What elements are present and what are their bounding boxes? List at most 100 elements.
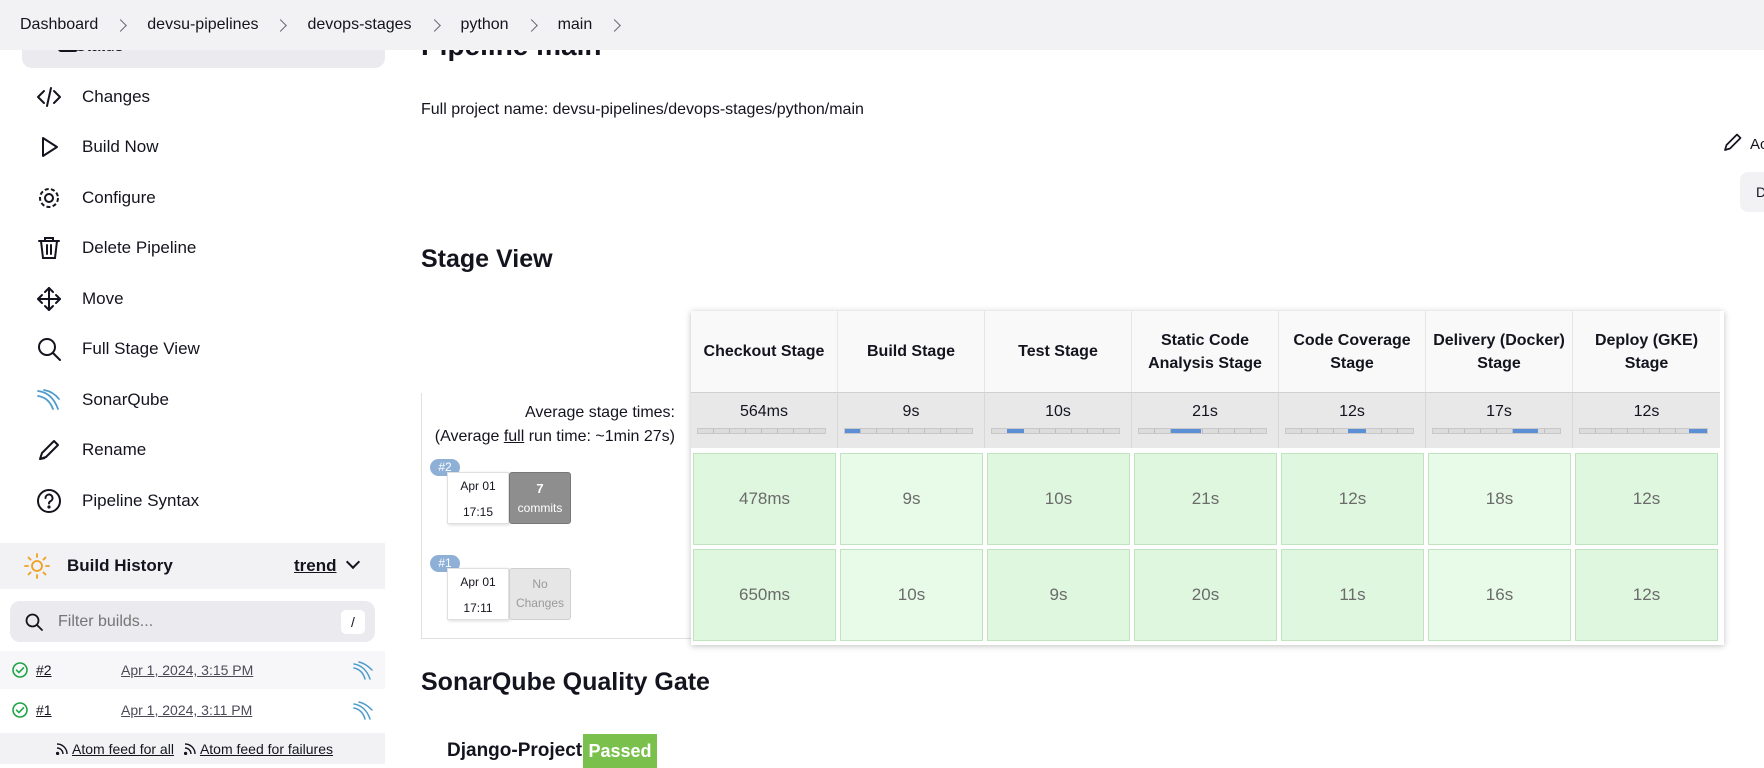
stage-header-label: Checkout Stage bbox=[703, 343, 825, 360]
side-tab-button[interactable]: D bbox=[1740, 172, 1764, 212]
stage-average-bar-fill bbox=[1348, 429, 1366, 433]
sidebar-item-label: Changes bbox=[82, 87, 151, 106]
stage-duration: 18s bbox=[1485, 489, 1514, 508]
stage-cell[interactable]: 16s bbox=[1428, 549, 1571, 641]
stage-average-bar bbox=[1432, 428, 1561, 434]
stage-average-bar bbox=[991, 428, 1120, 434]
stage-header: Code Coverage Stage bbox=[1279, 311, 1426, 392]
breadcrumb-link[interactable]: Dashboard bbox=[20, 16, 98, 34]
run-commits-badge[interactable]: 7 commits bbox=[509, 472, 571, 524]
sidebar-item-move[interactable]: Move bbox=[22, 278, 385, 320]
chevron-right-icon[interactable] bbox=[608, 18, 622, 32]
stage-cell[interactable]: 21s bbox=[1134, 453, 1277, 545]
chevron-down-icon[interactable] bbox=[345, 554, 361, 570]
stage-cell[interactable]: 11s bbox=[1281, 549, 1424, 641]
pencil-icon[interactable] bbox=[1722, 131, 1744, 153]
breadcrumb-item-project[interactable]: python bbox=[461, 16, 558, 34]
success-icon bbox=[12, 662, 28, 678]
stage-average: 17s bbox=[1426, 392, 1573, 448]
stage-duration: 20s bbox=[1191, 585, 1220, 604]
run-commits-badge[interactable]: No Changes bbox=[509, 568, 571, 620]
sonarqube-icon[interactable] bbox=[352, 699, 374, 721]
sonarqube-icon bbox=[34, 385, 64, 415]
breadcrumb-item-dashboard[interactable]: Dashboard bbox=[20, 16, 147, 34]
breadcrumb-item-folder[interactable]: devsu-pipelines bbox=[147, 16, 307, 34]
breadcrumb-link[interactable]: devops-stages bbox=[307, 16, 411, 34]
average-stage-times-text: Average stage times: bbox=[524, 404, 675, 421]
atom-feed-all-link[interactable]: Atom feed for all bbox=[72, 741, 174, 757]
stage-average-time: 17s bbox=[1486, 403, 1512, 420]
stage-cell[interactable]: 12s bbox=[1575, 549, 1718, 641]
sidebar-item-full-stage-view[interactable]: Full Stage View bbox=[22, 328, 385, 370]
build-row[interactable]: #2 Apr 1, 2024, 3:15 PM bbox=[0, 651, 385, 689]
stage-average-bar bbox=[1138, 428, 1267, 434]
full-run-time-link[interactable]: full bbox=[504, 428, 524, 445]
stage-duration: 12s bbox=[1632, 585, 1661, 604]
breadcrumb-link[interactable]: main bbox=[558, 16, 593, 34]
breadcrumb-item-branch[interactable]: main bbox=[558, 16, 642, 34]
stage-cell[interactable]: 9s bbox=[840, 453, 983, 545]
quality-gate-status-badge: Passed bbox=[583, 734, 657, 768]
stage-average-time: 21s bbox=[1192, 403, 1218, 420]
stage-cell[interactable]: 12s bbox=[1575, 453, 1718, 545]
stage-duration: 16s bbox=[1485, 585, 1514, 604]
sidebar-item-delete-pipeline[interactable]: Delete Pipeline bbox=[22, 227, 385, 269]
stage-cell[interactable]: 478ms bbox=[693, 453, 836, 545]
run-commits-count: 7 bbox=[536, 481, 544, 496]
sidebar-item-label: Rename bbox=[82, 440, 147, 459]
stage-cell[interactable]: 10s bbox=[987, 453, 1130, 545]
build-row[interactable]: #1 Apr 1, 2024, 3:11 PM bbox=[0, 691, 385, 729]
run-date-time: 17:11 bbox=[463, 601, 493, 615]
stage-duration: 10s bbox=[897, 585, 926, 604]
stage-header: Deploy (GKE) Stage bbox=[1573, 311, 1720, 392]
stage-cell[interactable]: 18s bbox=[1428, 453, 1571, 545]
sidebar-item-pipeline-syntax[interactable]: Pipeline Syntax bbox=[22, 480, 385, 522]
sidebar-item-build-now[interactable]: Build Now bbox=[22, 126, 385, 168]
chevron-right-icon[interactable] bbox=[524, 18, 538, 32]
sidebar-item-configure[interactable]: Configure bbox=[22, 177, 385, 219]
sidebar-item-label: SonarQube bbox=[82, 390, 169, 409]
add-description-link[interactable]: Ac bbox=[1750, 136, 1764, 153]
breadcrumb-link[interactable]: devsu-pipelines bbox=[147, 16, 258, 34]
stage-cell[interactable]: 12s bbox=[1281, 453, 1424, 545]
build-history-title: Build History bbox=[67, 556, 173, 575]
build-date-link[interactable]: Apr 1, 2024, 3:15 PM bbox=[121, 662, 253, 678]
chevron-right-icon[interactable] bbox=[114, 18, 128, 32]
stage-cell[interactable]: 10s bbox=[840, 549, 983, 641]
breadcrumb-item-subfolder[interactable]: devops-stages bbox=[307, 16, 460, 34]
breadcrumb: Dashboard devsu-pipelines devops-stages … bbox=[0, 0, 1764, 50]
sidebar: Status Changes Build Now Configure Delet… bbox=[0, 0, 390, 764]
stage-average-bar-fill bbox=[1170, 429, 1202, 433]
stage-cell[interactable]: 9s bbox=[987, 549, 1130, 641]
stage-duration: 11s bbox=[1339, 585, 1366, 604]
stage-average: 10s bbox=[985, 392, 1132, 448]
sidebar-item-rename[interactable]: Rename bbox=[22, 429, 385, 471]
stage-header-label: Delivery (Docker) Stage bbox=[1433, 331, 1565, 372]
average-stage-times-label: Average stage times: (Average full run t… bbox=[421, 401, 675, 449]
stage-average-bar bbox=[1285, 428, 1414, 434]
filter-builds-input[interactable] bbox=[56, 611, 316, 632]
sonarqube-icon[interactable] bbox=[352, 659, 374, 681]
chevron-right-icon[interactable] bbox=[427, 18, 441, 32]
stage-duration: 12s bbox=[1338, 489, 1367, 508]
sidebar-item-label: Move bbox=[82, 289, 124, 308]
stage-average-bar bbox=[697, 428, 826, 434]
breadcrumb-link[interactable]: python bbox=[461, 16, 509, 34]
build-number-link[interactable]: #2 bbox=[36, 662, 52, 678]
stage-duration: 9s bbox=[1049, 585, 1068, 604]
sidebar-item-changes[interactable]: Changes bbox=[22, 76, 385, 118]
atom-feed-failures-link[interactable]: Atom feed for failures bbox=[200, 741, 333, 757]
help-icon bbox=[34, 486, 64, 516]
sonarqube-project-name[interactable]: Django-Project bbox=[447, 740, 582, 762]
trend-link[interactable]: trend bbox=[294, 556, 337, 576]
stage-average-bar-fill bbox=[845, 429, 861, 433]
move-icon bbox=[34, 284, 64, 314]
stage-cell[interactable]: 20s bbox=[1134, 549, 1277, 641]
stage-run-row: #2 Apr 01 17:15 7 commits bbox=[421, 454, 691, 548]
sidebar-item-sonarqube[interactable]: SonarQube bbox=[22, 379, 385, 421]
stage-cell[interactable]: 650ms bbox=[693, 549, 836, 641]
build-date-link[interactable]: Apr 1, 2024, 3:11 PM bbox=[121, 702, 252, 718]
chevron-right-icon[interactable] bbox=[274, 18, 288, 32]
stage-header-label: Test Stage bbox=[1018, 343, 1098, 360]
build-number-link[interactable]: #1 bbox=[36, 702, 52, 718]
